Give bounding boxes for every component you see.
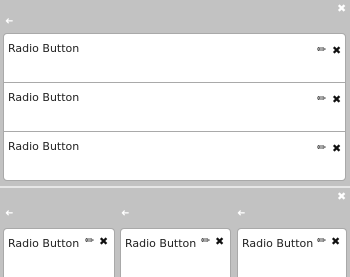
list-item-label: Radio Button — [8, 91, 80, 104]
back-arrow-icon[interactable]: ➜ — [121, 208, 129, 219]
edit-icon[interactable]: ✏ — [317, 142, 326, 153]
card-label: Radio Button — [8, 237, 80, 250]
card-label: Radio Button — [125, 237, 197, 250]
close-icon[interactable]: ✖ — [337, 3, 346, 14]
back-arrow-icon[interactable]: ➜ — [5, 16, 13, 27]
radio-button-card[interactable]: Radio Button ✏ ✖ — [120, 228, 231, 277]
list-item[interactable]: Radio Button ✏ ✖ — [4, 83, 345, 132]
radio-button-card[interactable]: Radio Button ✏ ✖ — [237, 228, 347, 277]
delete-icon[interactable]: ✖ — [331, 236, 340, 247]
delete-icon[interactable]: ✖ — [332, 143, 341, 154]
delete-icon[interactable]: ✖ — [215, 236, 224, 247]
delete-icon[interactable]: ✖ — [332, 45, 341, 56]
top-panel: ✖ ➜ Radio Button ✏ ✖ Radio Button ✏ ✖ Ra… — [0, 0, 350, 187]
edit-icon[interactable]: ✏ — [85, 235, 94, 246]
back-arrow-icon[interactable]: ➜ — [237, 208, 245, 219]
list-item[interactable]: Radio Button ✏ ✖ — [4, 34, 345, 83]
edit-icon[interactable]: ✏ — [317, 44, 326, 55]
list-item-label: Radio Button — [8, 140, 80, 153]
radio-button-list: Radio Button ✏ ✖ Radio Button ✏ ✖ Radio … — [3, 33, 346, 181]
list-item-label: Radio Button — [8, 42, 80, 55]
list-item[interactable]: Radio Button ✏ ✖ — [4, 132, 345, 181]
delete-icon[interactable]: ✖ — [99, 236, 108, 247]
radio-button-card[interactable]: Radio Button ✏ ✖ — [3, 228, 115, 277]
edit-icon[interactable]: ✏ — [317, 93, 326, 104]
back-arrow-icon[interactable]: ➜ — [5, 208, 13, 219]
card-label: Radio Button — [242, 237, 314, 250]
delete-icon[interactable]: ✖ — [332, 94, 341, 105]
close-icon[interactable]: ✖ — [337, 191, 346, 202]
edit-icon[interactable]: ✏ — [201, 235, 210, 246]
edit-icon[interactable]: ✏ — [317, 235, 326, 246]
